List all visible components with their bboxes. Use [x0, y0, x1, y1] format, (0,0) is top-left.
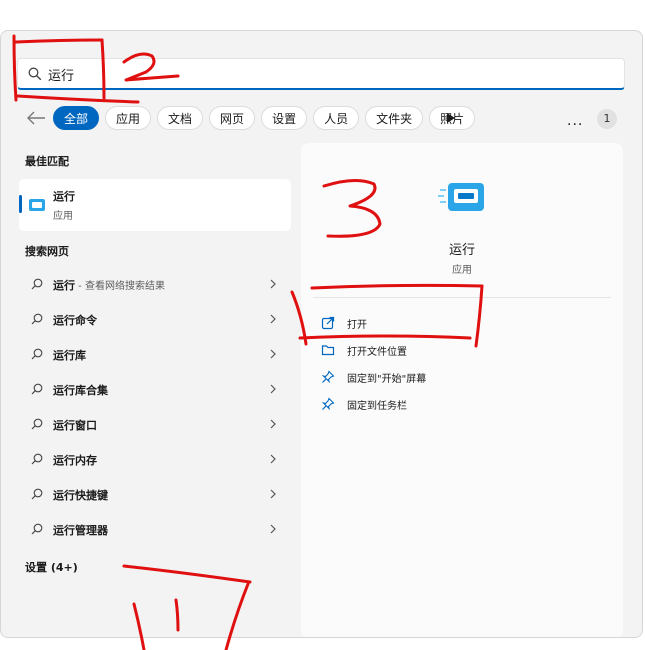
web-result-label: 运行库	[53, 349, 86, 362]
web-result-label: 运行快捷键	[53, 489, 108, 502]
settings-heading[interactable]: 设置 (4+)	[25, 559, 78, 575]
search-input[interactable]	[48, 63, 608, 85]
pin-to-taskbar-action[interactable]: 固定到任务栏	[321, 392, 581, 416]
search-icon	[28, 67, 42, 81]
web-result-item[interactable]: 运行快捷键	[19, 479, 291, 509]
folder-icon	[321, 345, 335, 356]
divider	[313, 297, 611, 298]
web-result-item[interactable]: 运行 - 查看网络搜索结果	[19, 269, 291, 299]
action-label: 固定到任务栏	[347, 401, 407, 412]
app-title: 运行	[448, 243, 475, 258]
chevron-right-icon	[270, 384, 276, 394]
search-icon	[31, 313, 43, 325]
tab-web[interactable]: 网页	[209, 106, 256, 130]
open-action[interactable]: 打开	[321, 311, 581, 335]
web-result-label: 运行管理器	[53, 524, 108, 537]
web-result-item[interactable]: 运行库	[19, 339, 291, 369]
web-result-item[interactable]: 运行管理器	[19, 514, 291, 544]
web-result-label: 运行库合集	[53, 384, 108, 397]
web-result-label: 运行内存	[53, 454, 97, 467]
web-result-item[interactable]: 运行命令	[19, 304, 291, 334]
search-window: 全部 应用 文档 网页 设置 人员 文件夹 照片 ··· 1 最佳匹配 运行 应…	[0, 30, 643, 638]
pin-to-start-action[interactable]: 固定到"开始"屏幕	[321, 365, 581, 389]
open-external-icon	[321, 316, 335, 330]
tab-people[interactable]: 人员	[313, 106, 360, 130]
tab-all[interactable]: 全部	[53, 106, 100, 130]
web-result-item[interactable]: 运行内存	[19, 444, 291, 474]
run-app-icon	[438, 183, 484, 211]
chevron-right-icon	[270, 349, 276, 359]
tab-documents[interactable]: 文档	[157, 106, 204, 130]
best-match-type: 应用	[53, 211, 73, 222]
chevron-right-icon	[270, 524, 276, 534]
web-result-subtext: - 查看网络搜索结果	[75, 281, 165, 292]
filter-tabs: 全部 应用 文档 网页 设置 人员 文件夹 照片	[53, 106, 476, 130]
pin-icon	[321, 370, 335, 384]
back-arrow-icon[interactable]	[25, 109, 47, 127]
run-app-icon	[29, 199, 45, 211]
web-result-item[interactable]: 运行窗口	[19, 409, 291, 439]
search-icon	[31, 453, 43, 465]
action-label: 固定到"开始"屏幕	[347, 374, 427, 385]
app-details-panel: 运行 应用 打开 打开文件位置 固定到"开始"屏幕 固定到任务栏	[301, 143, 623, 637]
tab-settings[interactable]: 设置	[261, 106, 308, 130]
play-icon[interactable]	[445, 111, 457, 125]
pin-icon	[321, 397, 335, 411]
web-result-label: 运行 - 查看网络搜索结果	[53, 279, 165, 292]
chevron-right-icon	[270, 279, 276, 289]
search-icon	[31, 488, 43, 500]
web-result-label: 运行命令	[53, 314, 97, 327]
search-icon	[31, 348, 43, 360]
best-match-name: 运行	[53, 190, 75, 203]
search-icon	[31, 278, 43, 290]
tab-apps[interactable]: 应用	[105, 106, 152, 130]
chevron-right-icon	[270, 489, 276, 499]
web-result-item[interactable]: 运行库合集	[19, 374, 291, 404]
action-label: 打开	[347, 320, 367, 331]
tab-folders[interactable]: 文件夹	[365, 106, 424, 130]
action-label: 打开文件位置	[347, 347, 407, 358]
best-match-item[interactable]: 运行 应用	[19, 179, 291, 231]
chevron-right-icon	[270, 454, 276, 464]
rewards-badge[interactable]: 1	[597, 109, 617, 129]
open-file-location-action[interactable]: 打开文件位置	[321, 338, 581, 362]
search-box[interactable]	[17, 58, 625, 90]
search-icon	[31, 523, 43, 535]
web-result-label: 运行窗口	[53, 419, 97, 432]
more-options-icon[interactable]: ···	[567, 117, 583, 133]
app-type: 应用	[452, 265, 472, 276]
chevron-right-icon	[270, 419, 276, 429]
chevron-right-icon	[270, 314, 276, 324]
web-search-heading: 搜索网页	[25, 245, 69, 258]
search-icon	[31, 418, 43, 430]
search-icon	[31, 383, 43, 395]
best-match-heading: 最佳匹配	[25, 155, 69, 168]
selection-indicator	[19, 195, 22, 213]
